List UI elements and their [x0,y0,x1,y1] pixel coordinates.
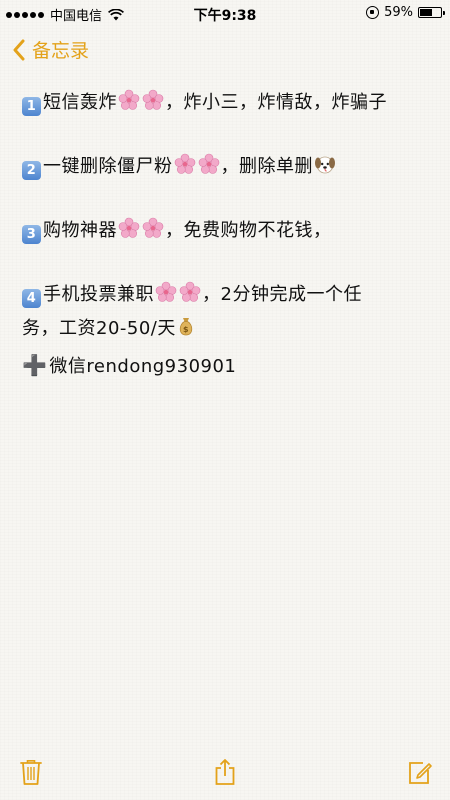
cherry-blossom-icon [142,217,164,238]
trash-icon [20,760,42,785]
battery-icon [418,7,445,18]
battery-percent: 59% [384,5,413,20]
cherry-blossom-icon [155,281,177,302]
compose-icon [409,762,432,784]
rotation-lock-icon [366,6,380,19]
keycap-icon: 3 [22,225,41,244]
svg-text:$: $ [183,325,189,334]
keycap-icon: 2 [22,161,41,180]
back-label: 备忘录 [32,40,90,62]
note-text: 手机投票兼职 [43,284,154,305]
money-bag-icon: $ [179,318,193,336]
note-line-5: ➕ 微信rendong930901 [22,350,427,382]
cherry-blossom-icon [179,281,201,302]
dog-face-icon [315,156,335,174]
note-line-2: 2 一键删除僵尸粉 ，删除单删 [22,152,427,182]
keycap-icon: 4 [22,289,41,308]
cherry-blossom-icon [118,89,140,110]
chevron-left-icon [13,39,25,60]
note-text: ，删除单删 [220,156,313,177]
cherry-blossom-icon [174,153,195,174]
note-body[interactable]: 1 短信轰炸 ，炸小三，炸情敌，炸骗子 2 一键删除僵尸粉 ，删除单删 3 购物神器 ，免费… [22,88,427,382]
keycap-icon: 1 [22,97,41,116]
status-right: 59% [366,5,445,20]
note-line-4: 4 手机投票兼职 ，2分钟完成一个任 [22,280,427,310]
note-text: 一键删除僵尸粉 [43,156,173,177]
note-line-1: 1 短信轰炸 ，炸小三，炸情敌，炸骗子 [22,88,427,118]
battery-fill [420,9,432,16]
delete-button[interactable] [18,758,44,786]
share-button[interactable] [212,758,238,786]
note-text: 务，工资20-50/天 [22,318,176,339]
back-button[interactable]: 备忘录 [12,36,89,63]
plus-icon: ➕ [22,353,48,377]
note-text: ，2分钟完成一个任 [202,284,362,305]
note-line-4-cont: 务，工资20-50/天 $ [22,314,427,344]
cherry-blossom-icon [142,89,164,110]
cherry-blossom-icon [118,217,140,238]
share-icon [215,759,235,785]
cherry-blossom-icon [198,153,219,174]
note-text: 短信轰炸 [43,92,117,113]
note-text: ，炸小三，炸情敌，炸骗子 [165,92,387,113]
note-text: 微信rendong930901 [49,356,237,377]
status-bar: 中国电信 下午9:38 59% [0,0,450,26]
note-text: ，免费购物不花钱， [165,220,332,241]
note-line-3: 3 购物神器 ，免费购物不花钱， [22,216,427,246]
bottom-toolbar [0,744,450,800]
note-text: 购物神器 [43,220,117,241]
compose-button[interactable] [407,758,433,786]
